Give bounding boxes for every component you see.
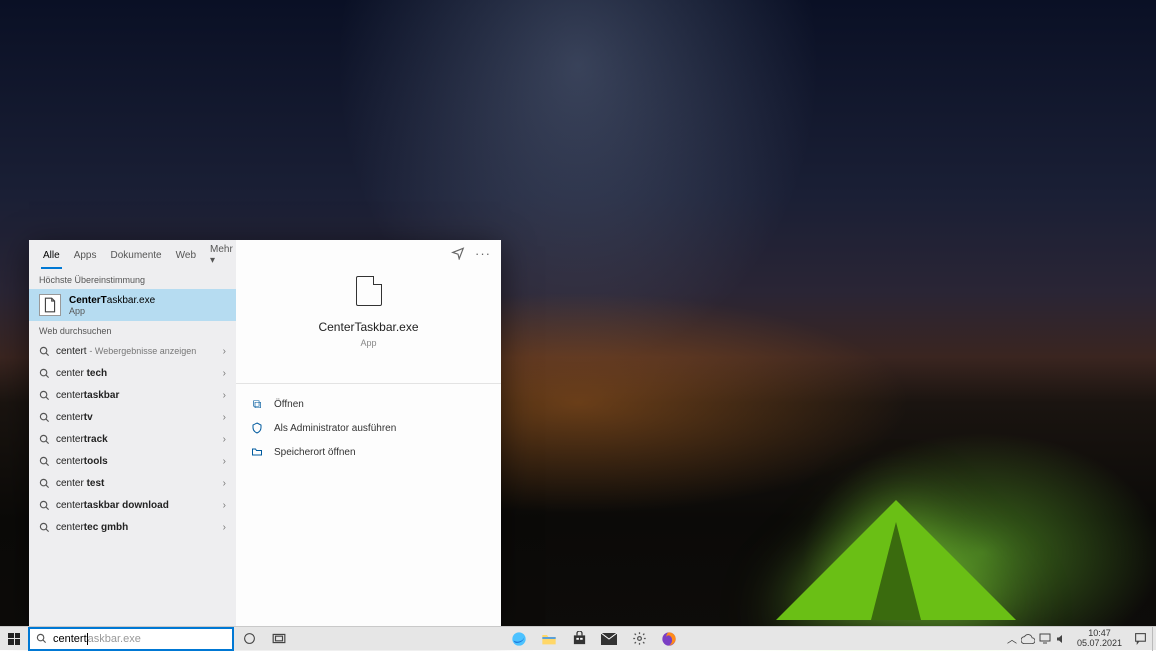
web-result-text: center test	[56, 478, 104, 489]
folder-icon	[250, 446, 264, 458]
web-result-item[interactable]: centertec gmbh ›	[29, 516, 236, 538]
tab-all[interactable]: Alle	[43, 250, 60, 261]
action-run-admin[interactable]: Als Administrator ausführen	[250, 418, 487, 438]
preview-title: CenterTaskbar.exe	[318, 320, 418, 334]
best-match-sub: App	[69, 306, 155, 316]
chevron-right-icon: ›	[223, 346, 226, 357]
search-icon	[36, 633, 47, 644]
web-result-text: centert - Webergebnisse anzeigen	[56, 346, 196, 357]
chevron-right-icon: ›	[223, 522, 226, 533]
preview-sub: App	[360, 338, 376, 348]
exe-icon	[39, 294, 61, 316]
web-result-item[interactable]: centertrack ›	[29, 428, 236, 450]
tab-web[interactable]: Web	[176, 250, 196, 261]
web-result-item[interactable]: centertv ›	[29, 406, 236, 428]
tab-apps[interactable]: Apps	[74, 250, 97, 261]
tray-overflow-icon[interactable]: ︿	[1007, 631, 1017, 646]
search-icon	[39, 412, 50, 423]
cortana-button[interactable]	[234, 627, 264, 651]
windows-icon	[8, 633, 20, 645]
action-run-admin-label: Als Administrator ausführen	[274, 423, 396, 434]
chevron-right-icon: ›	[223, 368, 226, 379]
web-result-text: center tech	[56, 368, 107, 379]
taskbar-app-explorer[interactable]	[534, 627, 564, 651]
web-result-item[interactable]: centertaskbar ›	[29, 384, 236, 406]
taskbar-app-firefox[interactable]	[654, 627, 684, 651]
search-icon	[39, 478, 50, 489]
system-tray: ︿	[1003, 631, 1071, 646]
search-icon	[39, 500, 50, 511]
preview-exe-icon	[356, 276, 382, 306]
best-match-item[interactable]: CenterTaskbar.exe App	[29, 289, 236, 321]
web-result-item[interactable]: centertools ›	[29, 450, 236, 472]
action-center-button[interactable]	[1128, 627, 1152, 651]
search-value: centert	[53, 633, 87, 645]
search-autocomplete-hint: askbar.exe	[88, 633, 141, 645]
search-flyout: ··· Alle Apps Dokumente Web Mehr ▾ Höchs…	[29, 240, 501, 626]
feedback-icon[interactable]	[451, 246, 465, 261]
chevron-right-icon: ›	[223, 390, 226, 401]
search-icon	[39, 390, 50, 401]
web-result-text: centertaskbar	[56, 390, 119, 401]
taskbar-clock[interactable]: 10:47 05.07.2021	[1071, 629, 1128, 648]
search-icon	[39, 368, 50, 379]
web-result-text: centertv	[56, 412, 93, 423]
action-open-label: Öffnen	[274, 399, 304, 410]
search-icon	[39, 522, 50, 533]
chevron-right-icon: ›	[223, 500, 226, 511]
web-result-text: centertaskbar download	[56, 500, 169, 511]
search-tabs: Alle Apps Dokumente Web Mehr ▾	[29, 240, 236, 270]
section-web: Web durchsuchen	[29, 321, 236, 340]
search-results-panel: Alle Apps Dokumente Web Mehr ▾ Höchste Ü…	[29, 240, 236, 626]
taskbar-app-settings[interactable]	[624, 627, 654, 651]
web-result-item[interactable]: centertaskbar download ›	[29, 494, 236, 516]
chevron-right-icon: ›	[223, 478, 226, 489]
search-icon	[39, 346, 50, 357]
chevron-right-icon: ›	[223, 412, 226, 423]
wallpaper-tent	[776, 490, 1016, 620]
onedrive-icon[interactable]	[1021, 634, 1035, 644]
action-open-location-label: Speicherort öffnen	[274, 447, 356, 458]
section-best-match: Höchste Übereinstimmung	[29, 270, 236, 289]
open-icon: ⧉	[250, 397, 264, 412]
chevron-down-icon: ▾	[210, 255, 215, 266]
action-open[interactable]: ⧉ Öffnen	[250, 394, 487, 414]
task-view-button[interactable]	[264, 627, 294, 651]
taskbar-app-mail[interactable]	[594, 627, 624, 651]
taskbar-app-store[interactable]	[564, 627, 594, 651]
search-icon	[39, 456, 50, 467]
search-icon	[39, 434, 50, 445]
web-result-item[interactable]: centert - Webergebnisse anzeigen ›	[29, 340, 236, 362]
chevron-right-icon: ›	[223, 434, 226, 445]
clock-date: 05.07.2021	[1077, 639, 1122, 648]
web-result-text: centertrack	[56, 434, 108, 445]
best-match-title: CenterTaskbar.exe	[69, 295, 155, 306]
admin-icon	[250, 422, 264, 434]
display-icon[interactable]	[1039, 633, 1051, 644]
web-result-text: centertec gmbh	[56, 522, 128, 533]
taskbar: centertaskbar.exe ︿ 10:47 0	[0, 626, 1156, 650]
web-result-text: centertools	[56, 456, 108, 467]
web-result-item[interactable]: center tech ›	[29, 362, 236, 384]
volume-icon[interactable]	[1055, 633, 1067, 645]
tab-documents[interactable]: Dokumente	[110, 250, 161, 261]
action-open-location[interactable]: Speicherort öffnen	[250, 442, 487, 462]
search-preview-panel: CenterTaskbar.exe App ⧉ Öffnen Als Admin…	[236, 240, 501, 626]
tab-more[interactable]: Mehr ▾	[210, 244, 233, 266]
taskbar-search-input[interactable]: centertaskbar.exe	[28, 627, 234, 651]
start-button[interactable]	[0, 627, 28, 651]
chevron-right-icon: ›	[223, 456, 226, 467]
taskbar-app-edge[interactable]	[504, 627, 534, 651]
web-result-item[interactable]: center test ›	[29, 472, 236, 494]
show-desktop-button[interactable]	[1152, 627, 1156, 651]
more-icon[interactable]: ···	[475, 246, 491, 261]
